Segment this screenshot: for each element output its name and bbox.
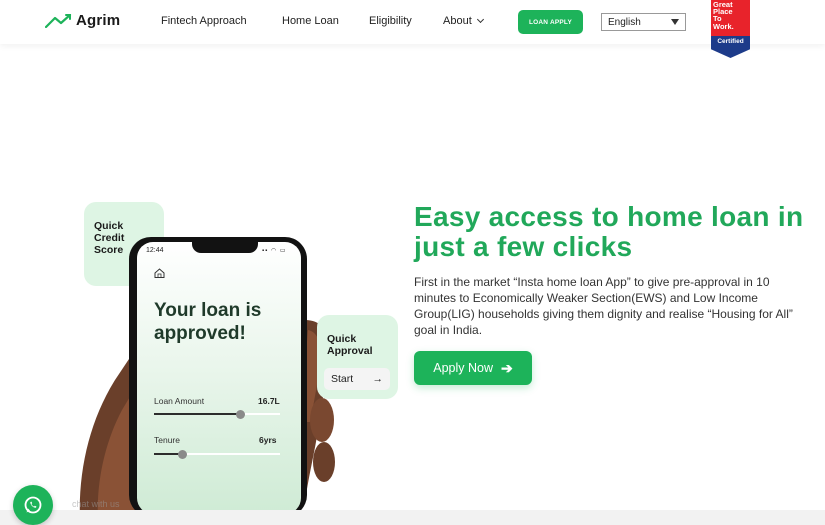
hero-title: Easy access to home loan in just a few c…	[414, 201, 804, 262]
apply-now-label: Apply Now	[433, 361, 493, 375]
language-value: English	[608, 16, 641, 28]
status-time: 12:44	[146, 247, 164, 254]
language-select[interactable]: English	[601, 13, 686, 31]
tenure-value: 6yrs	[259, 435, 277, 445]
chevron-down-icon	[476, 15, 484, 24]
loan-apply-button[interactable]: LOAN APPLY	[518, 10, 583, 34]
loan-amount-fill	[154, 413, 241, 415]
house-roof-icon	[45, 13, 72, 28]
loan-amount-slider	[154, 409, 280, 419]
phone-notch	[192, 241, 258, 253]
arrow-right-icon: →	[372, 373, 384, 385]
nav-fintech-approach[interactable]: Fintech Approach	[161, 15, 247, 27]
loan-approved-heading: Your loan is approved!	[154, 300, 262, 344]
nav-eligibility[interactable]: Eligibility	[369, 15, 412, 27]
loan-amount-label: Loan Amount	[154, 396, 205, 406]
whatsapp-chat-button[interactable]	[13, 485, 53, 525]
phone-screen	[137, 242, 301, 514]
apply-now-button[interactable]: Apply Now ➔	[414, 351, 532, 385]
tenure-thumb	[178, 449, 188, 459]
start-label: Start	[331, 373, 354, 385]
chat-with-us-label: chat with us	[72, 499, 120, 509]
loan-amount-value: 16.7L	[258, 396, 280, 406]
nav-home-loan[interactable]: Home Loan	[282, 15, 339, 27]
logo-text: Agrim	[76, 12, 121, 29]
quick-approval-line-1: Quick	[327, 333, 357, 345]
great-place-to-work-badge: Great Place To Work. Certified	[711, 0, 750, 58]
brand-logo[interactable]: Agrim	[45, 12, 120, 29]
arrow-right-icon: ➔	[501, 359, 513, 376]
nav-about-label: About	[443, 15, 472, 27]
status-signal-icons: ▪▪ ◠ ▭	[262, 248, 287, 254]
tenure-label: Tenure	[154, 435, 180, 445]
dropdown-arrow-icon	[671, 19, 679, 25]
quick-approval-line-2: Approval	[327, 345, 373, 357]
tenure-slider	[154, 449, 280, 459]
quick-credit-line-1: Quick	[94, 220, 124, 232]
nav-about[interactable]: About	[443, 15, 484, 27]
hero-description: First in the market “Insta home loan App…	[414, 275, 793, 337]
loan-amount-thumb	[236, 409, 246, 419]
start-button: Start →	[324, 368, 390, 390]
next-section-edge	[0, 510, 825, 525]
site-header: Agrim Fintech Approach Home Loan Eligibi…	[0, 0, 825, 58]
badge-line-4: Work.	[713, 21, 734, 31]
home-icon	[154, 268, 165, 278]
badge-certified: Certified	[711, 36, 750, 58]
whatsapp-icon	[24, 496, 42, 514]
